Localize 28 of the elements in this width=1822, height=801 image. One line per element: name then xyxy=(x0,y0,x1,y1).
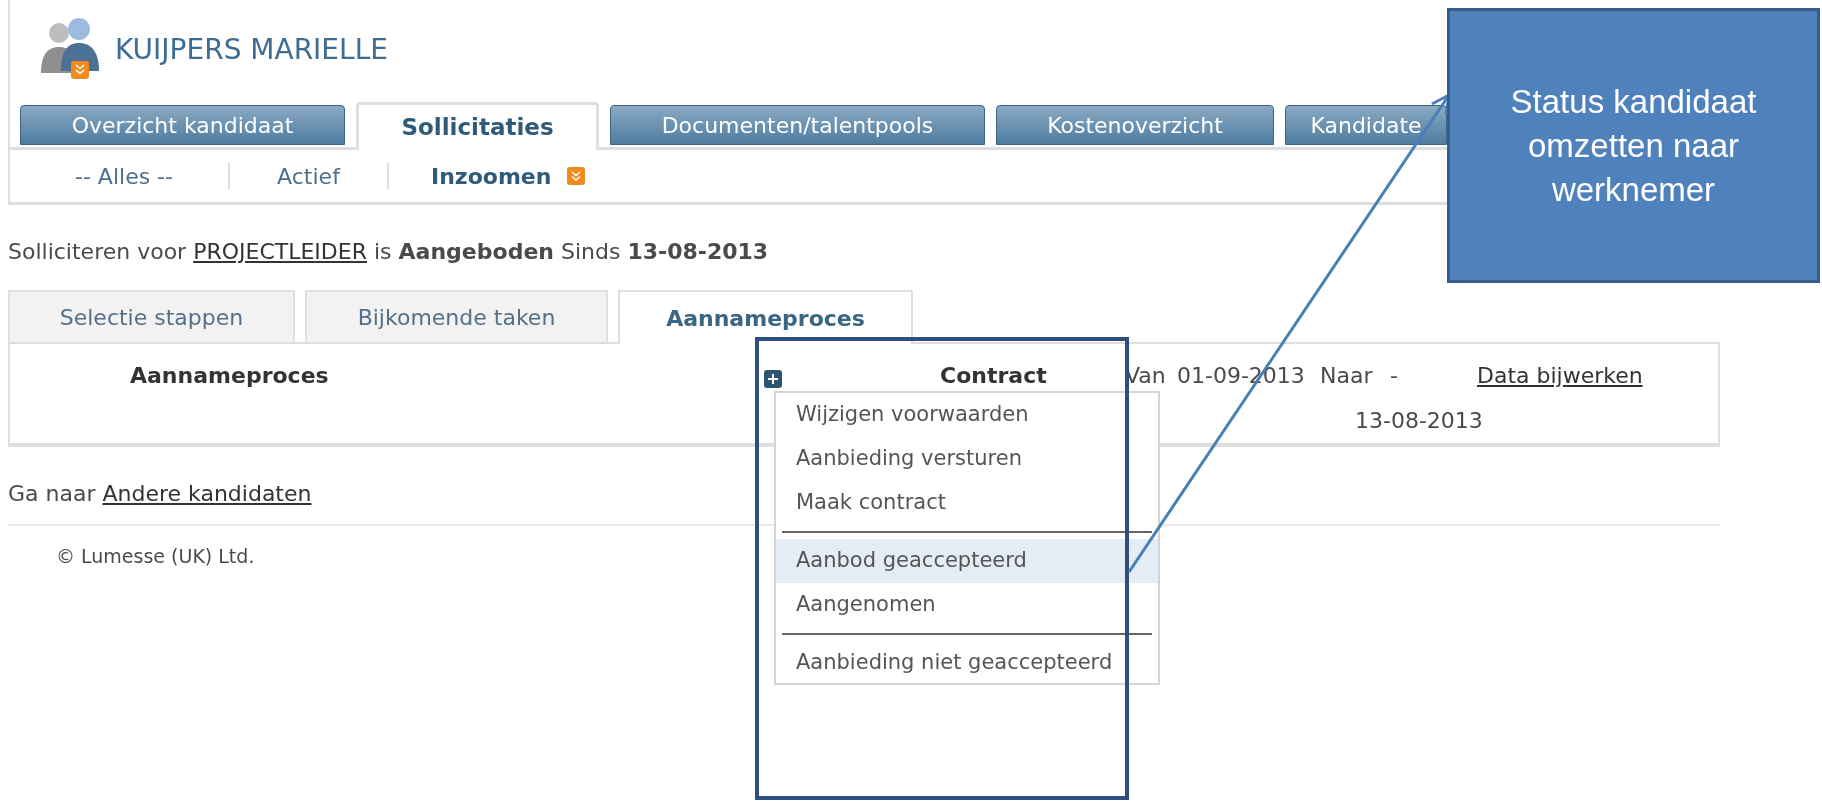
callout-text: Status kandidaat omzetten naar werknemer xyxy=(1509,81,1758,210)
filter-link[interactable]: -- Alles -- xyxy=(75,159,173,193)
status-text: Solliciteren voor PROJECTLEIDER is Aangeboden Sinds 13-08-2013 xyxy=(8,238,770,266)
tab[interactable]: Bijkomende taken xyxy=(305,290,608,342)
menu-item[interactable]: Aanbieding versturen xyxy=(776,437,1158,481)
menu-item[interactable]: Maak contract xyxy=(776,481,1158,525)
section-heading: Aannameproces xyxy=(130,362,330,390)
menu-item[interactable]: Aangenomen xyxy=(776,583,1158,627)
copyright-text: © Lumesse (UK) Ltd. xyxy=(56,544,255,569)
to-label: Naar xyxy=(1320,362,1374,390)
tab[interactable]: Selectie stappen xyxy=(8,290,295,342)
chevron-down-icon xyxy=(567,167,586,185)
other-candidates-link[interactable]: Andere kandidaten xyxy=(102,481,312,506)
job-link[interactable]: PROJECTLEIDER xyxy=(193,239,367,264)
candidate-name: KUIJPERS MARIELLE xyxy=(115,32,388,68)
tab[interactable]: Aannameproces xyxy=(618,290,913,344)
date-text: 13-08-2013 xyxy=(1355,407,1484,435)
update-dates-link[interactable]: Data bijwerken xyxy=(1477,359,1643,392)
step-name: Contract xyxy=(940,362,1045,390)
menu-item[interactable]: Aanbod geaccepteerd xyxy=(776,539,1158,583)
tab[interactable]: Sollicitaties xyxy=(356,102,599,150)
filter-link[interactable]: Actief xyxy=(277,159,340,193)
menu-item[interactable]: Aanbieding niet geaccepteerd xyxy=(776,641,1158,685)
goto-text: Ga naar Andere kandidaten xyxy=(8,480,312,508)
menu-item[interactable]: Wijzigen voorwaarden xyxy=(776,393,1158,437)
to-date: - xyxy=(1390,362,1399,390)
filter-link[interactable]: Inzoomen xyxy=(431,159,552,193)
plus-icon[interactable] xyxy=(764,370,782,388)
